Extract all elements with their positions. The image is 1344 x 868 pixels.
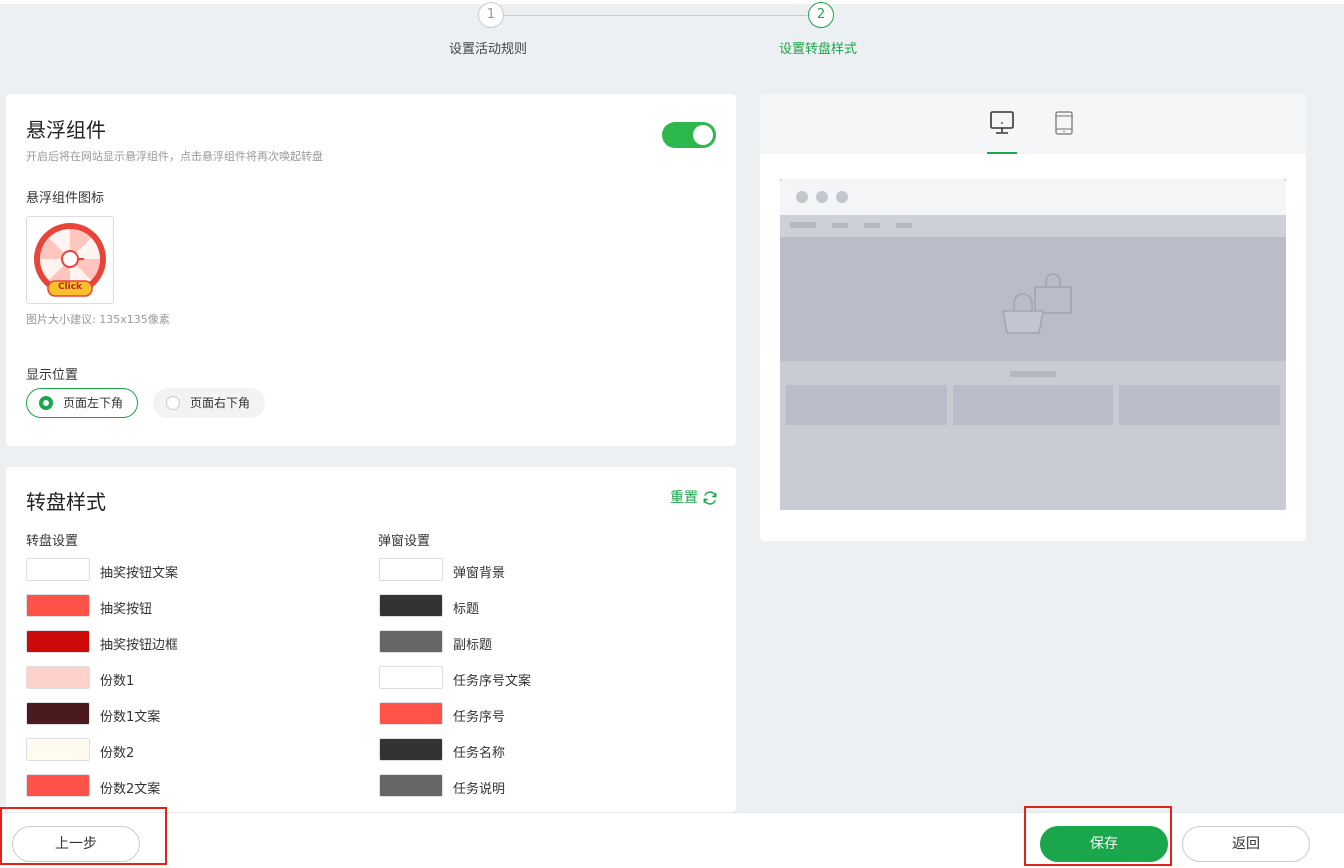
floating-title: 悬浮组件 [26, 118, 106, 142]
color-setting-label: 标题 [453, 602, 480, 617]
step-connector [504, 15, 807, 16]
color-setting-label: 份数2 [100, 746, 135, 761]
reset-button[interactable]: 重置 [670, 487, 718, 507]
color-setting-label: 抽奖按钮 [100, 602, 153, 617]
mock-nav-item [896, 223, 912, 228]
radio-dot [39, 396, 53, 410]
size-hint: 图片大小建议: 135x135像素 [26, 313, 170, 326]
mock-product-tile [1119, 385, 1280, 425]
floating-description: 开启后将在网站显示悬浮组件，点击悬浮组件将再次唤起转盘 [26, 150, 323, 163]
step-1-label[interactable]: 设置活动规则 [449, 38, 527, 57]
tab-tablet[interactable] [1049, 110, 1079, 154]
color-setting-label: 副标题 [453, 638, 493, 653]
icon-badge-text: Click [57, 282, 83, 292]
popup-settings-label: 弹窗设置 [378, 534, 431, 549]
mock-product-tile [786, 385, 947, 425]
wheel-settings-label: 转盘设置 [26, 534, 79, 549]
desktop-icon [990, 111, 1014, 134]
color-swatch[interactable] [379, 738, 443, 761]
refresh-icon [703, 491, 717, 505]
mock-nav-item [864, 223, 880, 228]
color-setting-label: 任务说明 [453, 782, 506, 797]
step-2-circle[interactable]: 2 [808, 2, 834, 28]
color-setting-label: 任务名称 [453, 746, 506, 761]
tablet-icon [1055, 111, 1073, 135]
radio-label: 页面右下角 [190, 396, 251, 410]
color-swatch[interactable] [26, 774, 90, 797]
color-swatch[interactable] [379, 630, 443, 653]
color-setting-label: 份数2文案 [100, 782, 161, 797]
mock-nav-item [832, 223, 848, 228]
step-1-circle[interactable]: 1 [478, 2, 504, 28]
icon-label: 悬浮组件图标 [26, 191, 105, 206]
preview-card [760, 94, 1306, 541]
window-dot [796, 191, 808, 203]
mock-banner [780, 237, 1286, 361]
back-button[interactable]: 返回 [1182, 826, 1310, 862]
floating-icon-upload[interactable]: Click [26, 216, 114, 304]
step-2-label[interactable]: 设置转盘样式 [779, 38, 857, 57]
browser-titlebar [780, 179, 1286, 215]
color-setting-label: 抽奖按钮边框 [100, 638, 179, 653]
mock-heading [1010, 371, 1056, 377]
color-setting-label: 任务序号文案 [453, 674, 532, 689]
mock-product-tile [953, 385, 1113, 425]
color-setting-label: 份数1 [100, 674, 135, 689]
color-swatch[interactable] [26, 630, 90, 653]
toggle-knob [693, 125, 713, 145]
mock-navbar [780, 215, 1286, 237]
color-swatch[interactable] [379, 558, 443, 581]
radio-label: 页面左下角 [63, 396, 124, 410]
color-swatch[interactable] [26, 666, 90, 689]
wheel-style-card: 转盘样式 重置 转盘设置 弹窗设置 抽奖按钮文案 抽奖按钮抽奖按钮边框 份数1 份数1… [6, 467, 736, 812]
color-swatch[interactable] [26, 702, 90, 725]
highlight-box-save [1024, 806, 1172, 866]
browser-mockup [780, 179, 1286, 510]
tab-desktop[interactable] [987, 110, 1017, 154]
wheel-style-title: 转盘样式 [26, 490, 106, 514]
shopping-bag-icon [1002, 273, 1072, 334]
radio-dot [166, 396, 180, 410]
color-swatch[interactable] [26, 594, 90, 617]
color-swatch[interactable] [379, 702, 443, 725]
color-setting-label: 抽奖按钮文案 [100, 566, 179, 581]
highlight-box-prev [0, 807, 167, 865]
position-label: 显示位置 [26, 368, 79, 383]
color-swatch[interactable] [379, 666, 443, 689]
floating-component-card: 悬浮组件 开启后将在网站显示悬浮组件，点击悬浮组件将再次唤起转盘 悬浮组件图标 … [6, 94, 736, 446]
position-right-radio[interactable]: 页面右下角 [153, 388, 266, 418]
color-swatch[interactable] [379, 594, 443, 617]
color-swatch[interactable] [379, 774, 443, 797]
mock-nav-item [790, 222, 816, 228]
window-dot [836, 191, 848, 203]
preview-device-tabs [760, 94, 1306, 154]
reset-label: 重置 [670, 490, 698, 506]
position-left-radio[interactable]: 页面左下角 [26, 388, 139, 418]
color-swatch[interactable] [26, 738, 90, 761]
floating-toggle[interactable] [662, 122, 716, 148]
color-setting-label: 份数1文案 [100, 710, 161, 725]
color-setting-label: 弹窗背景 [453, 566, 506, 581]
step-indicator: 1 2 设置活动规则 设置转盘样式 [0, 0, 1344, 60]
color-swatch[interactable] [26, 558, 90, 581]
color-setting-label: 任务序号 [453, 710, 506, 725]
window-dot [816, 191, 828, 203]
